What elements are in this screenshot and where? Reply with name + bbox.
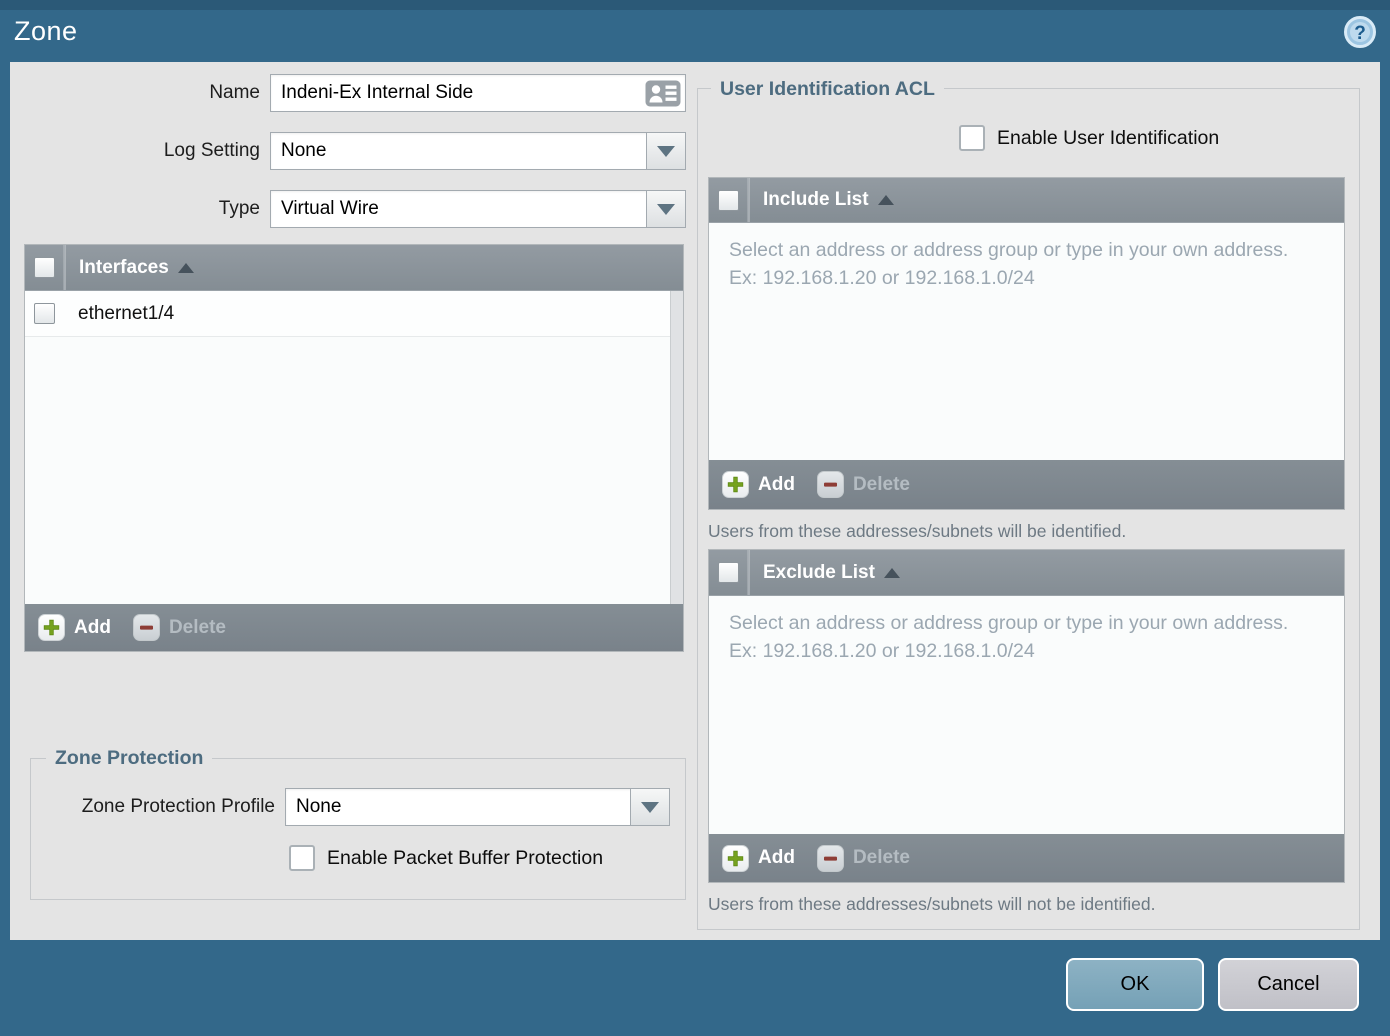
sort-asc-icon: [883, 567, 900, 578]
ok-button[interactable]: OK: [1066, 958, 1204, 1011]
interfaces-table-header: Interfaces: [25, 245, 683, 291]
plus-icon: [38, 614, 65, 641]
user-identification-legend: User Identification ACL: [711, 77, 944, 101]
svg-text:?: ?: [1354, 23, 1366, 44]
interface-row-checkbox[interactable]: [34, 303, 55, 324]
include-list-table: Include List Select an address or addres…: [708, 177, 1345, 510]
zone-protection-profile-dropdown-button[interactable]: [630, 789, 669, 825]
plus-icon: [722, 844, 749, 872]
enable-user-identification-label: Enable User Identification: [997, 127, 1220, 149]
exclude-add-button[interactable]: Add: [722, 844, 795, 872]
type-select[interactable]: Virtual Wire: [270, 190, 686, 228]
exclude-select-all-checkbox[interactable]: [718, 562, 739, 583]
header-checkbox-cell: [709, 550, 749, 595]
include-delete-button[interactable]: Delete: [816, 471, 910, 498]
titlebar-top-strip: [0, 0, 1390, 10]
exclude-list-header: Exclude List: [709, 550, 1344, 596]
include-list-header-label: Include List: [763, 189, 869, 210]
include-list-header: Include List: [709, 178, 1344, 223]
contact-card-icon: [641, 80, 685, 107]
exclude-delete-button[interactable]: Delete: [816, 844, 910, 872]
interfaces-header-label: Interfaces: [79, 256, 169, 278]
interfaces-table: Interfaces ethernet1/4 Add Delete: [24, 244, 684, 652]
help-icon[interactable]: ?: [1343, 15, 1377, 49]
type-label: Type: [218, 198, 260, 219]
include-list-toolbar: Add Delete: [709, 460, 1344, 509]
interfaces-toolbar: Add Delete: [25, 604, 683, 651]
chevron-down-icon: [657, 145, 675, 157]
sort-asc-icon: [877, 195, 894, 205]
dialog-title: Zone: [14, 16, 78, 46]
exclude-list-header-label: Exclude List: [763, 561, 875, 583]
interfaces-select-all-checkbox[interactable]: [34, 257, 55, 278]
exclude-list-body[interactable]: Select an address or address group or ty…: [709, 596, 1344, 834]
packet-buffer-protection-checkbox[interactable]: [289, 845, 315, 871]
interface-name: ethernet1/4: [78, 302, 175, 324]
zone-protection-profile-select[interactable]: None: [285, 788, 670, 826]
minus-icon: [816, 471, 844, 498]
row-checkbox-cell: [25, 291, 64, 336]
zone-protection-legend: Zone Protection: [46, 746, 213, 770]
include-list-placeholder: Select an address or address group or ty…: [729, 239, 1289, 289]
name-value: Indeni-Ex Internal Side: [281, 82, 474, 103]
interfaces-scrollbar[interactable]: [670, 291, 683, 604]
interfaces-add-button[interactable]: Add: [38, 614, 111, 641]
exclude-list-hint: Users from these addresses/subnets will …: [708, 894, 1156, 914]
header-checkbox-cell: [709, 178, 749, 222]
include-list-body[interactable]: Select an address or address group or ty…: [709, 223, 1344, 460]
minus-icon: [132, 614, 160, 641]
plus-icon: [722, 471, 749, 498]
name-input[interactable]: Indeni-Ex Internal Side: [270, 74, 686, 112]
exclude-list-toolbar: Add Delete: [709, 834, 1344, 882]
include-add-button[interactable]: Add: [722, 471, 795, 498]
zone-protection-profile-value: None: [296, 796, 342, 817]
interfaces-delete-button[interactable]: Delete: [132, 614, 226, 641]
interfaces-table-body: ethernet1/4: [25, 291, 683, 604]
name-label: Name: [209, 82, 260, 103]
log-setting-value: None: [281, 140, 327, 161]
minus-icon: [816, 844, 844, 872]
cancel-button[interactable]: Cancel: [1218, 958, 1359, 1011]
log-setting-label: Log Setting: [163, 140, 260, 161]
exclude-list-table: Exclude List Select an address or addres…: [708, 549, 1345, 883]
header-checkbox-cell: [25, 245, 65, 290]
zone-protection-profile-label: Zone Protection Profile: [81, 796, 275, 817]
interface-row[interactable]: ethernet1/4: [25, 291, 683, 337]
include-select-all-checkbox[interactable]: [718, 189, 739, 211]
include-list-hint: Users from these addresses/subnets will …: [708, 521, 1127, 541]
log-setting-dropdown-button[interactable]: [646, 133, 685, 169]
type-dropdown-button[interactable]: [646, 191, 685, 227]
type-value: Virtual Wire: [281, 198, 379, 219]
log-setting-select[interactable]: None: [270, 132, 686, 170]
chevron-down-icon: [657, 203, 675, 215]
exclude-list-placeholder: Select an address or address group or ty…: [729, 612, 1289, 662]
zone-protection-fieldset: [30, 758, 686, 900]
chevron-down-icon: [641, 801, 659, 813]
enable-user-identification-checkbox[interactable]: [959, 125, 985, 151]
sort-asc-icon: [177, 262, 194, 273]
packet-buffer-protection-label: Enable Packet Buffer Protection: [327, 847, 604, 869]
